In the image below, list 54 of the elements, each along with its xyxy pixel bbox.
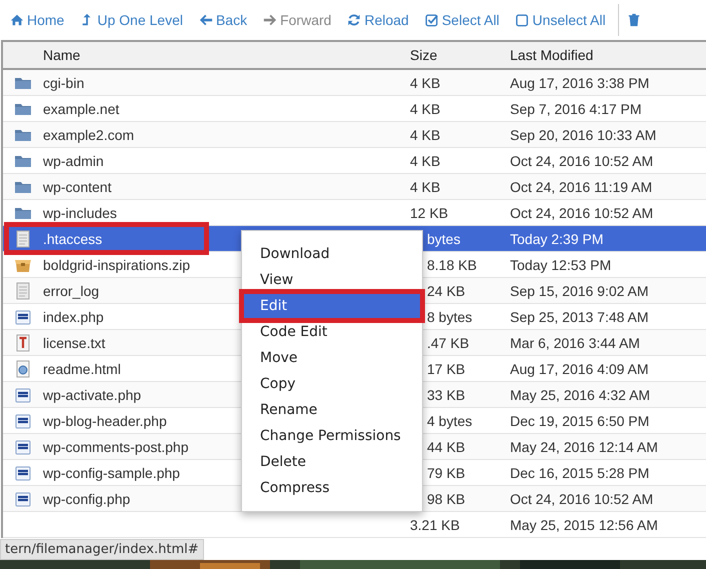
- file-name: license.txt: [43, 334, 106, 350]
- file-name: wp-admin: [43, 152, 104, 168]
- file-size: 4 KB: [410, 74, 440, 90]
- modified-date: Sep 20, 2016 10:33 AM: [510, 126, 656, 142]
- modified-date: Today 2:39 PM: [510, 230, 604, 246]
- file-size: 12 KB: [410, 204, 448, 220]
- file-name: cgi-bin: [43, 74, 84, 90]
- modified-date: Oct 24, 2016 11:19 AM: [510, 178, 652, 194]
- file-name: wp-includes: [43, 204, 117, 220]
- modified-date: Mar 6, 2016 3:44 AM: [510, 334, 640, 350]
- file-size: 8 bytes: [426, 308, 472, 324]
- file-size: 4 KB: [410, 152, 440, 168]
- file-size: 4 KB: [410, 126, 440, 142]
- file-name: wp-activate.php: [43, 386, 142, 402]
- file-name: .htaccess: [43, 230, 102, 246]
- file-name: wp-config.php: [43, 490, 130, 506]
- modified-date: Oct 24, 2016 10:52 AM: [510, 152, 654, 168]
- file-size: 17 KB: [426, 360, 466, 376]
- modified-date: May 25, 2015 12:56 AM: [510, 516, 658, 532]
- modified-date: Sep 15, 2016 9:02 AM: [510, 282, 649, 298]
- modified-date: Aug 17, 2016 3:38 PM: [510, 74, 650, 90]
- modified-date: Sep 7, 2016 4:17 PM: [510, 100, 642, 116]
- file-name: wp-comments-post.php: [43, 438, 189, 454]
- modified-date: Aug 17, 2016 4:09 AM: [510, 360, 649, 376]
- status-url: tern/filemanager/index.html#: [0, 539, 204, 560]
- file-size: 33 KB: [426, 386, 466, 402]
- file-name: wp-blog-header.php: [43, 412, 167, 428]
- modified-date: Oct 24, 2016 10:52 AM: [510, 490, 654, 506]
- modified-date: Sep 25, 2013 7:48 AM: [510, 308, 649, 324]
- file-name: wp-content: [43, 178, 112, 194]
- modified-date: Dec 16, 2015 5:28 PM: [510, 464, 650, 480]
- file-name: wp-config-sample.php: [43, 464, 180, 480]
- file-name: example.net: [43, 100, 120, 116]
- file-name: index.php: [43, 308, 104, 324]
- file-size: 4 KB: [410, 178, 440, 194]
- file-size: 3.21 KB: [410, 516, 460, 532]
- file-name: error_log: [43, 282, 100, 298]
- modified-date: Oct 24, 2016 10:52 AM: [510, 204, 654, 220]
- modified-date: May 25, 2016 4:32 AM: [510, 386, 650, 402]
- file-size: 98 KB: [426, 490, 466, 506]
- file-size: 44 KB: [426, 438, 466, 454]
- file-size: 8.18 KB: [426, 256, 477, 272]
- file-size: .47 KB: [426, 334, 470, 350]
- file-size: 24 KB: [426, 282, 466, 298]
- modified-date: May 24, 2016 12:14 AM: [510, 438, 658, 454]
- modified-date: Today 12:53 PM: [510, 256, 612, 272]
- file-name: example2.com: [43, 126, 134, 142]
- file-name: readme.html: [43, 360, 121, 376]
- file-size: bytes: [426, 230, 460, 246]
- modified-date: Dec 19, 2015 6:50 PM: [510, 412, 650, 428]
- file-name: boldgrid-inspirations.zip: [43, 256, 190, 272]
- file-size: 79 KB: [426, 464, 466, 480]
- file-size: 4 KB: [410, 100, 440, 116]
- file-size: 4 bytes: [426, 412, 472, 428]
